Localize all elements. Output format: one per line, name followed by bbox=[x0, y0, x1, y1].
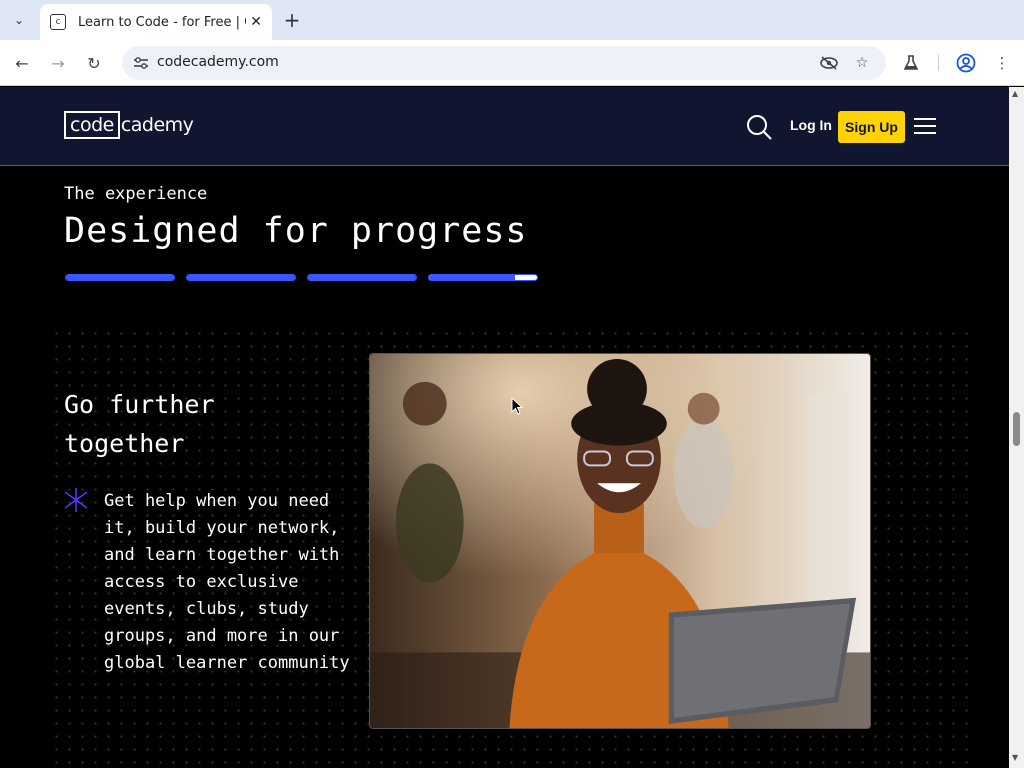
learner-photo bbox=[369, 353, 871, 729]
eye-off-icon[interactable] bbox=[820, 54, 838, 72]
hamburger-menu-icon[interactable] bbox=[914, 118, 936, 136]
section-eyebrow: The experience bbox=[64, 184, 208, 204]
scroll-thumb[interactable] bbox=[1013, 412, 1020, 446]
logo-box-text: code bbox=[64, 111, 120, 139]
url-text: codecademy.com bbox=[157, 54, 279, 70]
browser-tab-bar: ⌄ c Learn to Code - for Free | Codecadem… bbox=[0, 0, 1024, 40]
progress-step-2-fill bbox=[187, 275, 295, 280]
section-headline: Designed for progress bbox=[64, 211, 528, 251]
favicon-icon: c bbox=[50, 14, 66, 30]
site-info-icon[interactable] bbox=[132, 54, 150, 72]
tab-title: Learn to Code - for Free | Codecademy bbox=[78, 14, 246, 30]
profile-icon[interactable] bbox=[955, 52, 977, 74]
codecademy-logo[interactable]: code cademy bbox=[64, 111, 194, 139]
login-link[interactable]: Log In bbox=[790, 117, 832, 133]
address-bar[interactable]: codecademy.com ☆ bbox=[122, 46, 886, 80]
progress-step-4[interactable] bbox=[428, 274, 538, 281]
asterisk-icon bbox=[64, 488, 88, 512]
star-icon[interactable]: ☆ bbox=[853, 54, 871, 72]
labs-icon[interactable] bbox=[900, 52, 922, 74]
progress-step-2[interactable] bbox=[186, 274, 296, 281]
tab-search-icon[interactable]: ⌄ bbox=[4, 7, 34, 33]
signup-button[interactable]: Sign Up bbox=[838, 111, 905, 143]
feature-description: Get help when you need it, build your ne… bbox=[104, 491, 350, 673]
site-header: code cademy Log In Sign Up bbox=[0, 87, 1009, 166]
forward-icon[interactable]: → bbox=[46, 51, 70, 75]
reload-icon[interactable]: ↻ bbox=[82, 51, 106, 75]
search-icon[interactable] bbox=[746, 114, 772, 140]
progress-step-4-fill bbox=[429, 275, 516, 280]
plus-icon[interactable]: + bbox=[282, 8, 302, 32]
progress-step-3[interactable] bbox=[307, 274, 417, 281]
progress-step-1[interactable] bbox=[65, 274, 175, 281]
more-icon[interactable]: ⋮ bbox=[991, 52, 1013, 74]
page-scrollbar[interactable]: ▲ ▼ bbox=[1009, 87, 1024, 768]
feature-title: Go further together bbox=[64, 390, 215, 458]
close-icon[interactable]: ✕ bbox=[250, 14, 262, 30]
progress-step-3-fill bbox=[308, 275, 416, 280]
browser-toolbar: ← → ↻ codecademy.com ☆ ⋮ bbox=[0, 40, 1024, 86]
back-icon[interactable]: ← bbox=[10, 51, 34, 75]
mouse-cursor-icon bbox=[511, 397, 523, 415]
scroll-down-icon[interactable]: ▼ bbox=[1012, 753, 1018, 762]
toolbar-divider bbox=[938, 55, 939, 71]
scroll-up-icon[interactable]: ▲ bbox=[1012, 89, 1018, 98]
page-viewport: code cademy Log In Sign Up The experience… bbox=[0, 87, 1009, 768]
logo-rest-text: cademy bbox=[120, 114, 194, 136]
progress-step-1-fill bbox=[66, 275, 174, 280]
browser-tab[interactable]: c Learn to Code - for Free | Codecademy … bbox=[40, 4, 272, 40]
